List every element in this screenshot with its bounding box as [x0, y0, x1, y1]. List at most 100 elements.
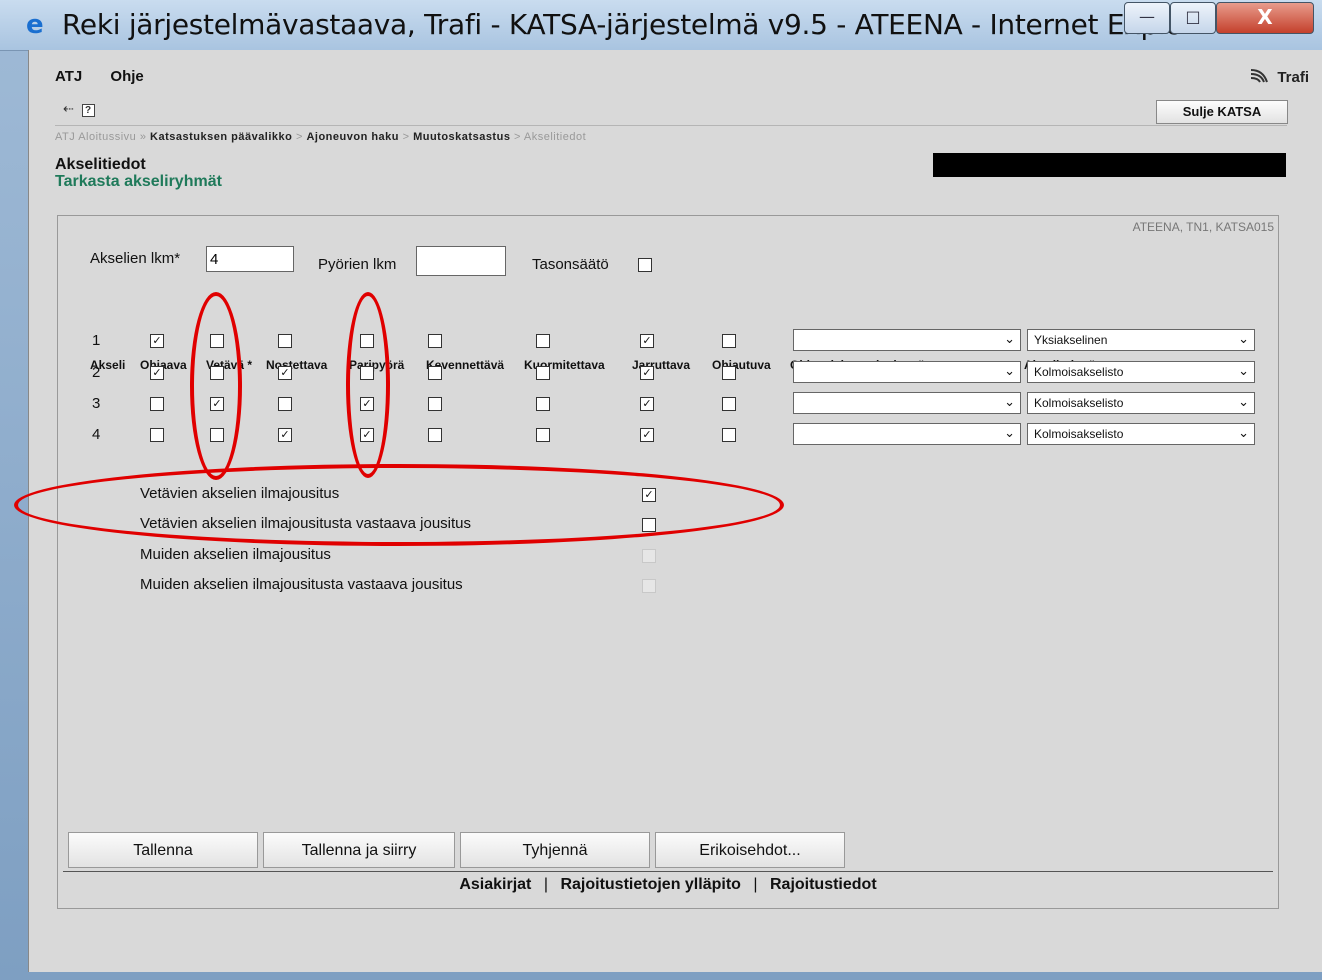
axle-number: 2 — [92, 364, 101, 381]
breadcrumb-main-menu[interactable]: Katsastuksen päävalikko — [150, 131, 292, 143]
link-restrictions[interactable]: Rajoitustiedot — [770, 876, 877, 893]
axle-checkbox[interactable]: ✓ — [278, 366, 292, 380]
coupling-select[interactable]: ⌄ — [793, 423, 1021, 445]
axle-checkbox[interactable] — [428, 428, 442, 442]
axle-number: 3 — [92, 395, 101, 412]
help-icon[interactable]: ? — [81, 104, 95, 117]
column-header: Ohjautuva — [712, 358, 771, 372]
redacted-bar — [933, 153, 1286, 177]
axle-group-select[interactable]: Kolmoisakselisto ⌄ — [1027, 423, 1255, 445]
window-title: Reki järjestelmävastaava, Trafi - KATSA-… — [62, 8, 1208, 41]
breadcrumb-separator: > — [295, 131, 303, 143]
breadcrumb-change-inspection[interactable]: Muutoskatsastus — [413, 131, 510, 143]
suspension-checkbox — [642, 549, 656, 563]
chevron-down-icon: ⌄ — [1004, 426, 1015, 441]
menu-bar: ATJ Ohje — [55, 68, 168, 85]
chevron-down-icon: ⌄ — [1238, 395, 1249, 410]
axle-group-select[interactable]: Kolmoisakselisto ⌄ — [1027, 361, 1255, 383]
close-katsa-button[interactable]: Sulje KATSA — [1156, 100, 1288, 124]
leveling-label: Tasonsäätö — [532, 256, 609, 273]
chevron-down-icon: ⌄ — [1004, 332, 1015, 347]
trafi-logo-icon — [1251, 69, 1269, 83]
axle-checkbox[interactable] — [722, 334, 736, 348]
suspension-label: Muiden akselien ilmajousitus — [140, 546, 331, 563]
chevron-down-icon: ⌄ — [1004, 364, 1015, 379]
minimize-button[interactable]: — — [1124, 2, 1170, 34]
axle-checkbox[interactable] — [278, 397, 292, 411]
axle-checkbox[interactable]: ✓ — [640, 397, 654, 411]
axle-count-label: Akselien lkm* — [90, 250, 181, 267]
close-window-button[interactable]: X — [1216, 2, 1314, 34]
internet-explorer-icon: e — [26, 10, 44, 40]
axle-checkbox[interactable]: ✓ — [150, 366, 164, 380]
footer-divider — [63, 871, 1273, 872]
axle-checkbox[interactable]: ✓ — [640, 334, 654, 348]
back-arrow-icon[interactable]: ⇠ — [63, 101, 74, 116]
axle-checkbox[interactable] — [536, 428, 550, 442]
axle-panel: ATEENA, TN1, KATSA015 Akselien lkm* Pyör… — [57, 215, 1279, 909]
special-conditions-button[interactable]: Erikoisehdot... — [655, 832, 845, 868]
axle-checkbox[interactable] — [278, 334, 292, 348]
breadcrumb: ATJ Aloitussivu » Katsastuksen päävalikk… — [55, 131, 586, 143]
chevron-down-icon: ⌄ — [1238, 364, 1249, 379]
annotation-ellipse-suspension — [14, 464, 784, 546]
divider — [55, 125, 1287, 126]
coupling-select[interactable]: ⌄ — [793, 361, 1021, 383]
menu-ohje[interactable]: Ohje — [110, 68, 143, 85]
axle-checkbox[interactable] — [722, 366, 736, 380]
wheel-count-input[interactable] — [416, 246, 506, 276]
trafi-logo: Trafi — [1249, 68, 1309, 86]
coupling-select[interactable]: ⌄ — [793, 329, 1021, 351]
axle-checkbox[interactable]: ✓ — [640, 428, 654, 442]
footer-separator: | — [543, 876, 548, 893]
menu-atj[interactable]: ATJ — [55, 68, 82, 85]
suspension-label: Muiden akselien ilmajousitusta vastaava … — [140, 576, 463, 593]
axle-checkbox[interactable] — [536, 397, 550, 411]
page-subtitle: Tarkasta akseliryhmät — [55, 173, 222, 190]
browser-window: e Reki järjestelmävastaava, Trafi - KATS… — [0, 0, 1322, 980]
screen-id: ATEENA, TN1, KATSA015 — [1132, 220, 1274, 234]
trafi-logo-text: Trafi — [1277, 69, 1309, 86]
maximize-button[interactable]: □ — [1170, 2, 1216, 34]
axle-group-value: Kolmoisakselisto — [1034, 427, 1124, 441]
axle-group-value: Yksiakselinen — [1034, 333, 1108, 347]
axle-number: 1 — [92, 332, 101, 349]
axle-checkbox[interactable] — [150, 397, 164, 411]
breadcrumb-separator: > — [514, 131, 521, 143]
axle-group-select[interactable]: Kolmoisakselisto ⌄ — [1027, 392, 1255, 414]
axle-checkbox[interactable] — [536, 366, 550, 380]
axle-group-value: Kolmoisakselisto — [1034, 396, 1124, 410]
leveling-checkbox[interactable] — [638, 258, 652, 272]
breadcrumb-vehicle-search[interactable]: Ajoneuvon haku — [306, 131, 399, 143]
save-button[interactable]: Tallenna — [68, 832, 258, 868]
axle-checkbox[interactable]: ✓ — [150, 334, 164, 348]
title-bar: e Reki järjestelmävastaava, Trafi - KATS… — [0, 0, 1322, 51]
annotation-ellipse-twin-wheel — [346, 292, 390, 478]
axle-checkbox[interactable]: ✓ — [278, 428, 292, 442]
link-documents[interactable]: Asiakirjat — [459, 876, 531, 893]
axle-checkbox[interactable] — [428, 334, 442, 348]
breadcrumb-home[interactable]: ATJ Aloitussivu — [55, 131, 136, 143]
axle-checkbox[interactable] — [428, 397, 442, 411]
axle-checkbox[interactable] — [150, 428, 164, 442]
axle-checkbox[interactable] — [722, 397, 736, 411]
link-restriction-maintenance[interactable]: Rajoitustietojen ylläpito — [560, 876, 740, 893]
axle-number: 4 — [92, 426, 101, 443]
chevron-down-icon: ⌄ — [1238, 332, 1249, 347]
annotation-ellipse-drive — [190, 292, 242, 480]
axle-group-select[interactable]: Yksiakselinen ⌄ — [1027, 329, 1255, 351]
axle-checkbox[interactable] — [428, 366, 442, 380]
save-and-go-button[interactable]: Tallenna ja siirry — [263, 832, 455, 868]
axle-count-input[interactable] — [206, 246, 294, 272]
clear-button[interactable]: Tyhjennä — [460, 832, 650, 868]
chevron-down-icon: ⌄ — [1004, 395, 1015, 410]
chevron-down-icon: ⌄ — [1238, 426, 1249, 441]
axle-checkbox[interactable] — [722, 428, 736, 442]
coupling-select[interactable]: ⌄ — [793, 392, 1021, 414]
footer-links: Asiakirjat | Rajoitustietojen ylläpito |… — [58, 876, 1278, 894]
axle-checkbox[interactable]: ✓ — [640, 366, 654, 380]
suspension-checkbox — [642, 579, 656, 593]
column-header: Nostettava — [266, 358, 328, 372]
axle-checkbox[interactable] — [536, 334, 550, 348]
page-title: Akselitiedot — [55, 156, 146, 173]
